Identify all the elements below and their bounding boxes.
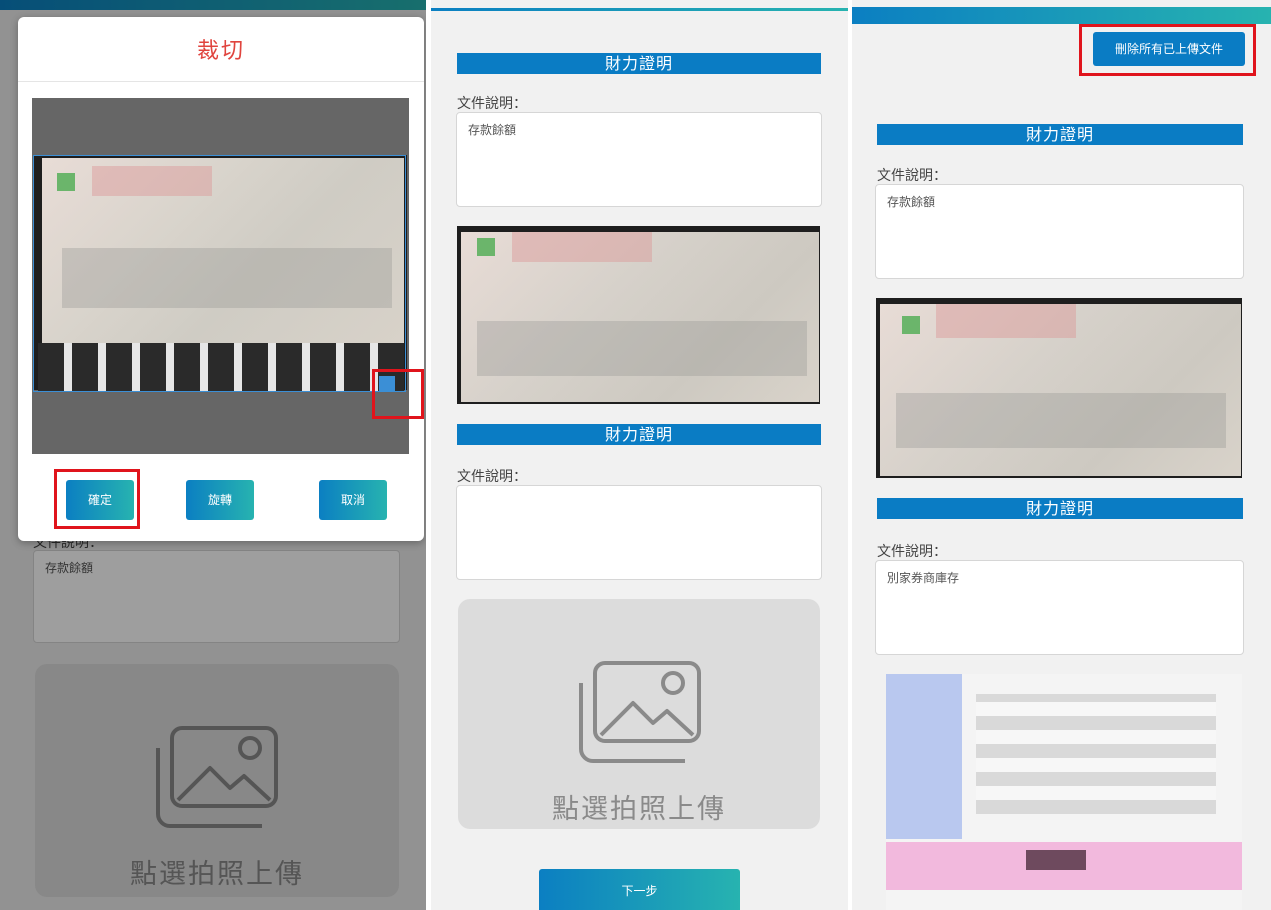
description-label: 文件說明： bbox=[457, 96, 527, 112]
rotate-button[interactable]: 旋轉 bbox=[186, 480, 254, 520]
uploaded-document-thumbnail[interactable] bbox=[457, 226, 820, 404]
upload-form-panel: 財力證明 文件說明： 存款餘額 財力證明 文件說明： 點選拍照上傳 下一步 bbox=[431, 0, 848, 910]
pixelated-region bbox=[976, 694, 1216, 814]
description-label: 文件說明： bbox=[877, 544, 947, 560]
uploaded-document-thumbnail[interactable] bbox=[886, 674, 1242, 910]
top-accent-bar bbox=[431, 8, 848, 11]
crop-modal: 裁切 確定 旋轉 取消 bbox=[18, 17, 424, 541]
uploaded-document-thumbnail[interactable] bbox=[876, 298, 1242, 478]
description-field[interactable]: 存款餘額 bbox=[456, 112, 822, 207]
description-field[interactable]: 存款餘額 bbox=[875, 184, 1244, 279]
pixelated-region bbox=[512, 232, 652, 262]
modal-title: 裁切 bbox=[196, 39, 245, 64]
divider bbox=[18, 81, 424, 82]
document-logo-mark bbox=[902, 316, 920, 334]
photo-upload-area[interactable]: 點選拍照上傳 bbox=[458, 599, 820, 829]
document-logo-mark bbox=[477, 238, 495, 256]
highlight-confirm-button bbox=[54, 469, 140, 529]
section-header: 財力證明 bbox=[457, 53, 821, 74]
description-label: 文件說明： bbox=[877, 168, 947, 184]
uploaded-documents-panel: 刪除所有已上傳文件 財力證明 文件說明： 存款餘額 財力證明 文件說明： 別家券… bbox=[852, 0, 1271, 910]
description-field[interactable]: 別家券商庫存 bbox=[875, 560, 1244, 655]
pixelated-region bbox=[1026, 850, 1086, 870]
crop-frame[interactable] bbox=[33, 155, 406, 392]
upload-text: 點選拍照上傳 bbox=[552, 794, 726, 825]
section-header: 財力證明 bbox=[877, 124, 1243, 145]
top-accent-bar bbox=[852, 7, 1271, 24]
highlight-resize-handle bbox=[372, 369, 424, 419]
section-header: 財力證明 bbox=[457, 424, 821, 445]
image-placeholder-icon bbox=[579, 661, 701, 763]
highlight-delete-all-button bbox=[1079, 24, 1256, 76]
description-field[interactable] bbox=[456, 485, 822, 580]
pixelated-region bbox=[896, 393, 1226, 448]
cancel-button[interactable]: 取消 bbox=[319, 480, 387, 520]
crop-screen-panel: 文件說明： 存款餘額 點選拍照上傳 裁切 確定 旋轉 取消 bbox=[0, 0, 426, 910]
description-label: 文件說明： bbox=[457, 469, 527, 485]
pixelated-region bbox=[886, 674, 962, 839]
crop-canvas[interactable] bbox=[32, 98, 409, 454]
next-step-button[interactable]: 下一步 bbox=[539, 869, 740, 910]
pixelated-region bbox=[477, 321, 807, 376]
pixelated-region bbox=[936, 304, 1076, 338]
section-header: 財力證明 bbox=[877, 498, 1243, 519]
